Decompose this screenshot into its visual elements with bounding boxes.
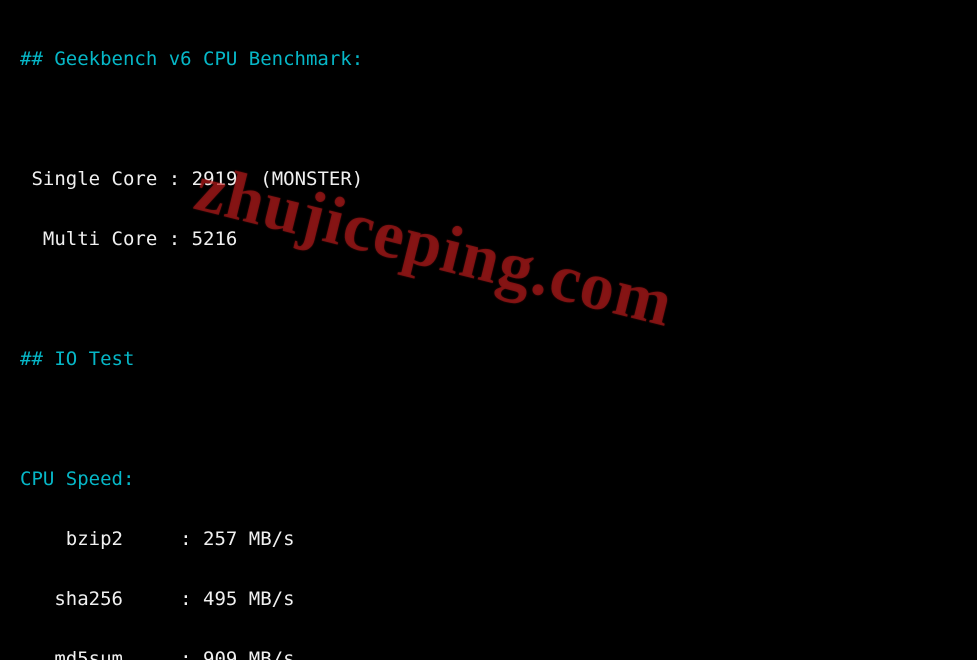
cpu-row-value: 909 MB/s: [203, 648, 295, 660]
cpu-speed-header: CPU Speed:: [20, 464, 957, 494]
io-test-header: ## IO Test: [20, 344, 957, 374]
blank-line: [20, 404, 957, 434]
cpu-row-sha256: sha256 : 495 MB/s: [20, 584, 957, 614]
single-core-value: 2919: [192, 168, 238, 190]
cpu-row-label: sha256: [54, 588, 123, 610]
blank-line: [20, 104, 957, 134]
multi-core-label: Multi Core: [43, 228, 157, 250]
single-core-label: Single Core: [31, 168, 157, 190]
multi-core-row: Multi Core : 5216: [20, 224, 957, 254]
cpu-row-value: 257 MB/s: [203, 528, 295, 550]
cpu-row-label: md5sum: [54, 648, 123, 660]
single-core-row: Single Core : 2919 (MONSTER): [20, 164, 957, 194]
cpu-row-label: bzip2: [66, 528, 123, 550]
blank-line: [20, 284, 957, 314]
cpu-row-value: 495 MB/s: [203, 588, 295, 610]
cpu-row-bzip2: bzip2 : 257 MB/s: [20, 524, 957, 554]
multi-core-value: 5216: [192, 228, 238, 250]
cpu-row-md5sum: md5sum : 909 MB/s: [20, 644, 957, 660]
geekbench-header: ## Geekbench v6 CPU Benchmark:: [20, 44, 957, 74]
terminal-output: ## Geekbench v6 CPU Benchmark: Single Co…: [0, 0, 977, 660]
single-core-note: (MONSTER): [260, 168, 363, 190]
